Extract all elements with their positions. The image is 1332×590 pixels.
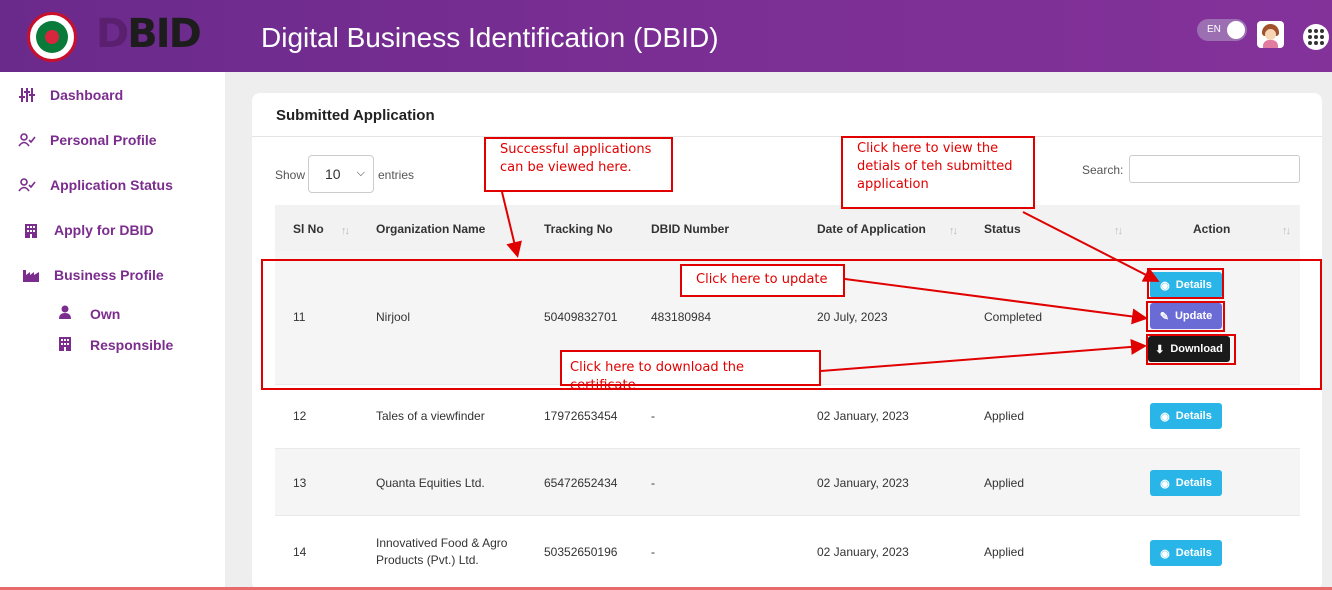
button-label: Details	[1175, 477, 1212, 489]
column-header-status[interactable]: Status	[984, 222, 1021, 236]
industry-icon	[22, 267, 40, 283]
sidebar-item-label: Application Status	[50, 177, 173, 193]
building-icon	[58, 336, 72, 354]
chevron-down-icon: ⌵	[356, 167, 365, 179]
button-label: Details	[1175, 410, 1212, 422]
details-button[interactable]: ◉ Details	[1150, 540, 1222, 566]
sidebar-subitem-own[interactable]: Own	[58, 305, 120, 322]
annotation-text: Click here to download the certificate	[570, 360, 745, 393]
cell-sl: 14	[293, 545, 307, 559]
sort-icon[interactable]: ↑↓	[341, 225, 350, 237]
sidebar-item-apply-for-dbid[interactable]: Apply for DBID	[22, 222, 154, 238]
eye-icon: ◉	[1160, 477, 1170, 490]
column-header-sl[interactable]: Sl No	[293, 222, 324, 236]
cell-dbid: -	[651, 545, 655, 559]
government-emblem-logo	[27, 12, 77, 62]
sidebar-item-label: Apply for DBID	[54, 222, 154, 238]
sidebar-item-label: Business Profile	[54, 267, 164, 283]
sidebar-item-application-status[interactable]: Application Status	[18, 177, 173, 193]
search-label: Search:	[1082, 163, 1124, 177]
annotation-text: Successful applications	[500, 142, 652, 157]
cell-date: 02 January, 2023	[817, 545, 909, 559]
cell-dbid: -	[651, 409, 655, 423]
language-toggle[interactable]: EN	[1197, 19, 1247, 41]
sidebar-item-personal-profile[interactable]: Personal Profile	[18, 132, 157, 148]
language-label: EN	[1207, 24, 1221, 35]
cell-date: 02 January, 2023	[817, 409, 909, 423]
user-check-icon	[18, 177, 36, 193]
sidebar-subitem-responsible[interactable]: Responsible	[58, 336, 173, 354]
details-button[interactable]: ◉ Details	[1150, 403, 1222, 429]
building-icon	[22, 222, 40, 238]
sidebar-item-business-profile[interactable]: Business Profile	[22, 267, 164, 283]
cell-sl: 12	[293, 409, 307, 423]
cell-organization: Tales of a viewfinder	[376, 409, 485, 423]
annotation-download: Click here to download the certificate	[560, 350, 821, 393]
cell-tracking: 17972653454	[544, 409, 618, 423]
sidebar-item-label: Personal Profile	[50, 132, 157, 148]
cell-date: 02 January, 2023	[817, 476, 909, 490]
column-header-dbid[interactable]: DBID Number	[651, 222, 729, 236]
annotation-text: application	[857, 177, 929, 192]
sort-icon[interactable]: ↑↓	[1114, 225, 1123, 237]
table-row: 13 Quanta Equities Ltd. 65472652434 - 02…	[275, 449, 1300, 516]
logo-text-first: D	[96, 11, 129, 57]
cell-dbid: -	[651, 476, 655, 490]
cell-status: Applied	[984, 409, 1025, 423]
button-label: Details	[1175, 547, 1212, 559]
card-title: Submitted Application	[276, 107, 435, 124]
sidebar: Dashboard Personal Profile Application S…	[0, 72, 225, 590]
highlight-details-box	[1147, 268, 1224, 299]
eye-icon: ◉	[1160, 410, 1170, 423]
search-input[interactable]	[1129, 155, 1300, 183]
annotation-text: Click here to update	[696, 272, 828, 287]
sidebar-subitem-label: Responsible	[90, 337, 174, 353]
show-label: Show	[275, 168, 306, 182]
cell-status: Applied	[984, 476, 1025, 490]
table-row: 14 Innovatived Food & Agro Products (Pvt…	[275, 516, 1300, 590]
cell-sl: 13	[293, 476, 307, 490]
entries-per-page-select[interactable]: 10 ⌵	[308, 155, 374, 193]
annotation-text: detials of teh submitted	[857, 159, 1013, 174]
cell-status: Applied	[984, 545, 1025, 559]
annotation-details: Click here to view the detials of teh su…	[841, 136, 1035, 209]
eye-icon: ◉	[1160, 547, 1170, 560]
annotation-update: Click here to update	[680, 264, 845, 297]
cell-tracking: 65472652434	[544, 476, 618, 490]
sort-icon[interactable]: ↑↓	[1282, 225, 1291, 237]
sidebar-subitem-label: Own	[90, 305, 121, 322]
annotation-text: can be viewed here.	[500, 160, 632, 175]
cell-organization-line1: Innovatived Food & Agro	[376, 536, 508, 550]
details-button[interactable]: ◉ Details	[1150, 470, 1222, 496]
user-icon	[58, 305, 72, 322]
highlight-download-box	[1146, 334, 1236, 365]
cell-tracking: 50352650196	[544, 545, 618, 559]
table-header: Sl No ↑↓ Organization Name Tracking No D…	[275, 205, 1300, 251]
cell-organization-line2: Products (Pvt.) Ltd.	[376, 553, 479, 567]
column-header-date[interactable]: Date of Application	[817, 222, 926, 236]
sidebar-item-dashboard[interactable]: Dashboard	[18, 87, 123, 103]
dbid-logo[interactable]: D BID	[96, 11, 202, 57]
card-header: Submitted Application	[252, 93, 1322, 137]
annotation-text: Click here to view the	[857, 141, 999, 156]
column-header-action: Action	[1193, 222, 1231, 236]
user-avatar[interactable]	[1257, 21, 1284, 48]
column-header-organization[interactable]: Organization Name	[376, 222, 485, 236]
sidebar-item-label: Dashboard	[50, 87, 124, 103]
column-header-tracking[interactable]: Tracking No	[544, 222, 613, 236]
sort-icon[interactable]: ↑↓	[949, 225, 958, 237]
app-title: Digital Business Identification (DBID)	[261, 22, 719, 53]
annotation-successful-applications: Successful applications can be viewed he…	[484, 137, 673, 192]
apps-grid-icon[interactable]	[1303, 24, 1329, 50]
entries-label: entries	[378, 168, 415, 182]
logo-text-rest: BID	[127, 11, 202, 57]
user-check-icon	[18, 132, 36, 148]
entries-value: 10	[325, 166, 341, 182]
sliders-icon	[18, 87, 36, 103]
cell-organization: Quanta Equities Ltd.	[376, 476, 485, 490]
toggle-knob	[1227, 21, 1245, 39]
top-header: D BID Digital Business Identification (DB…	[0, 0, 1332, 72]
highlight-update-box	[1146, 301, 1225, 332]
